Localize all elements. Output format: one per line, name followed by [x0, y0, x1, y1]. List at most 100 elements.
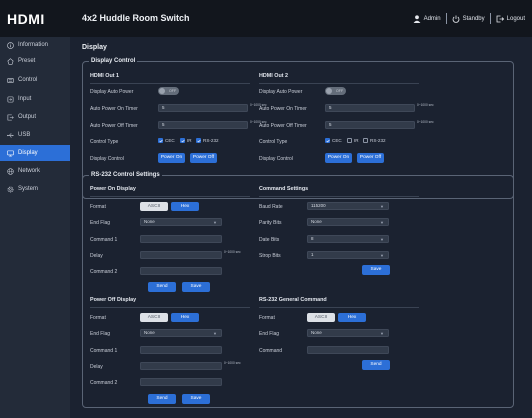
sidebar-item-label: USB: [18, 132, 31, 138]
command2-input[interactable]: [140, 378, 222, 386]
power-on-display-title: Power On Display: [90, 186, 136, 192]
toggle-state: OFF: [169, 89, 177, 93]
command-input[interactable]: [307, 346, 389, 354]
logout-button[interactable]: Logout: [507, 16, 525, 22]
sidebar-item-control[interactable]: Control: [0, 72, 70, 88]
off-timer-input[interactable]: 5: [158, 121, 248, 129]
app-title: 4x2 Huddle Room Switch: [82, 13, 190, 23]
send-button[interactable]: Send: [148, 394, 176, 404]
toggle-knob: [326, 88, 332, 94]
divider: [90, 307, 250, 308]
chevron-down-icon: ▼: [380, 331, 384, 336]
save-button[interactable]: Save: [182, 282, 210, 292]
power-on-button[interactable]: Power On: [325, 153, 352, 163]
chevron-down-icon: ▼: [380, 220, 384, 225]
auto-power-toggle[interactable]: OFF: [158, 87, 179, 95]
power-off-button[interactable]: Power Off: [357, 153, 384, 163]
divider: [489, 13, 491, 24]
auto-power-toggle[interactable]: OFF: [325, 87, 346, 95]
command2-label: Command 2: [90, 380, 118, 386]
control-type-label: Control Type: [90, 139, 119, 145]
ir-checkbox[interactable]: IR: [180, 138, 192, 143]
command1-label: Command 1: [90, 237, 118, 243]
sidebar-item-system[interactable]: System: [0, 181, 70, 197]
on-timer-input[interactable]: 5: [325, 104, 415, 112]
power-off-button[interactable]: Power Off: [190, 153, 217, 163]
usb-icon: [7, 133, 14, 137]
cec-checkbox[interactable]: CEC: [325, 138, 342, 143]
delay-label: Delay: [90, 253, 103, 259]
standby-button[interactable]: Standby: [463, 16, 485, 22]
baud-rate-select[interactable]: 115200 ▼: [307, 202, 389, 210]
sidebar-item-output[interactable]: Output: [0, 109, 70, 125]
delay-input[interactable]: [140, 251, 222, 259]
delay-input[interactable]: [140, 362, 222, 370]
input-icon: [7, 96, 14, 102]
end-flag-select[interactable]: None ▼: [140, 329, 222, 337]
sidebar-item-usb[interactable]: USB: [0, 127, 70, 143]
data-bits-select[interactable]: 8 ▼: [307, 235, 389, 243]
format-hex-button[interactable]: Hex: [171, 202, 199, 211]
unit-label: 0~1000 sec: [224, 250, 241, 254]
user-icon: [413, 14, 420, 23]
divider: [445, 13, 447, 24]
power-on-button[interactable]: Power On: [158, 153, 185, 163]
group-legend: Display Control: [89, 58, 138, 64]
checkbox-checked: [325, 138, 330, 143]
checkbox-checked: [158, 138, 163, 143]
cec-checkbox[interactable]: CEC: [158, 138, 175, 143]
command1-input[interactable]: [140, 346, 222, 354]
off-timer-input[interactable]: 5: [325, 121, 415, 129]
rs232-settings-group: RS-232 Control Settings Power On Display…: [82, 172, 514, 408]
divider: [259, 307, 419, 308]
command1-label: Command 1: [90, 348, 118, 354]
unit-label: 0~1000 sec: [224, 361, 241, 365]
ir-checkbox[interactable]: IR: [347, 138, 359, 143]
select-value: None: [311, 330, 322, 335]
command1-input[interactable]: [140, 235, 222, 243]
sidebar-item-display[interactable]: Display: [0, 145, 70, 161]
select-value: None: [311, 219, 322, 224]
user-name[interactable]: Admin: [424, 16, 441, 22]
sidebar-item-information[interactable]: Information: [0, 37, 70, 53]
checkbox-label: RS-232: [203, 138, 219, 143]
gear-icon: [7, 186, 14, 192]
logout-icon[interactable]: [496, 15, 504, 23]
power-icon[interactable]: [452, 15, 460, 23]
hdmi-logo: HDMI: [7, 13, 45, 25]
select-value: 115200: [311, 203, 326, 208]
hdmi-out-2-title: HDMI Out 2: [259, 73, 289, 79]
sidebar-item-preset[interactable]: Preset: [0, 53, 70, 69]
top-right-controls: Admin Standby Logout: [413, 13, 525, 24]
end-flag-label: End Flag: [90, 220, 111, 226]
on-timer-input[interactable]: 5: [158, 104, 248, 112]
end-flag-select[interactable]: None ▼: [307, 329, 389, 337]
format-hex-button[interactable]: Hex: [171, 313, 199, 322]
sidebar-item-label: Display: [18, 150, 38, 156]
rs232-checkbox[interactable]: RS-232: [196, 138, 219, 143]
auto-power-label: Display Auto Power: [90, 89, 134, 95]
select-value: 8: [311, 236, 314, 241]
control-icon: [7, 77, 14, 83]
format-ascii-button[interactable]: ASCII: [140, 202, 168, 211]
command2-input[interactable]: [140, 267, 222, 275]
divider: [90, 83, 250, 84]
stop-bits-select[interactable]: 1 ▼: [307, 251, 389, 259]
chevron-down-icon: ▼: [380, 253, 384, 258]
format-ascii-button[interactable]: ASCII: [307, 313, 335, 322]
command2-label: Command 2: [90, 269, 118, 275]
save-button[interactable]: Save: [362, 265, 390, 275]
save-button[interactable]: Save: [182, 394, 210, 404]
sidebar-item-input[interactable]: Input: [0, 91, 70, 107]
select-value: 1: [311, 252, 314, 257]
sidebar-item-network[interactable]: Network: [0, 163, 70, 179]
unit-label: 0~1000 sec: [417, 103, 434, 107]
send-button[interactable]: Send: [362, 360, 390, 370]
rs232-checkbox[interactable]: RS-232: [363, 138, 386, 143]
parity-bits-select[interactable]: None ▼: [307, 218, 389, 226]
format-hex-button[interactable]: Hex: [338, 313, 366, 322]
send-button[interactable]: Send: [148, 282, 176, 292]
end-flag-select[interactable]: None ▼: [140, 218, 222, 226]
svg-text:HDMI: HDMI: [7, 13, 45, 25]
format-ascii-button[interactable]: ASCII: [140, 313, 168, 322]
